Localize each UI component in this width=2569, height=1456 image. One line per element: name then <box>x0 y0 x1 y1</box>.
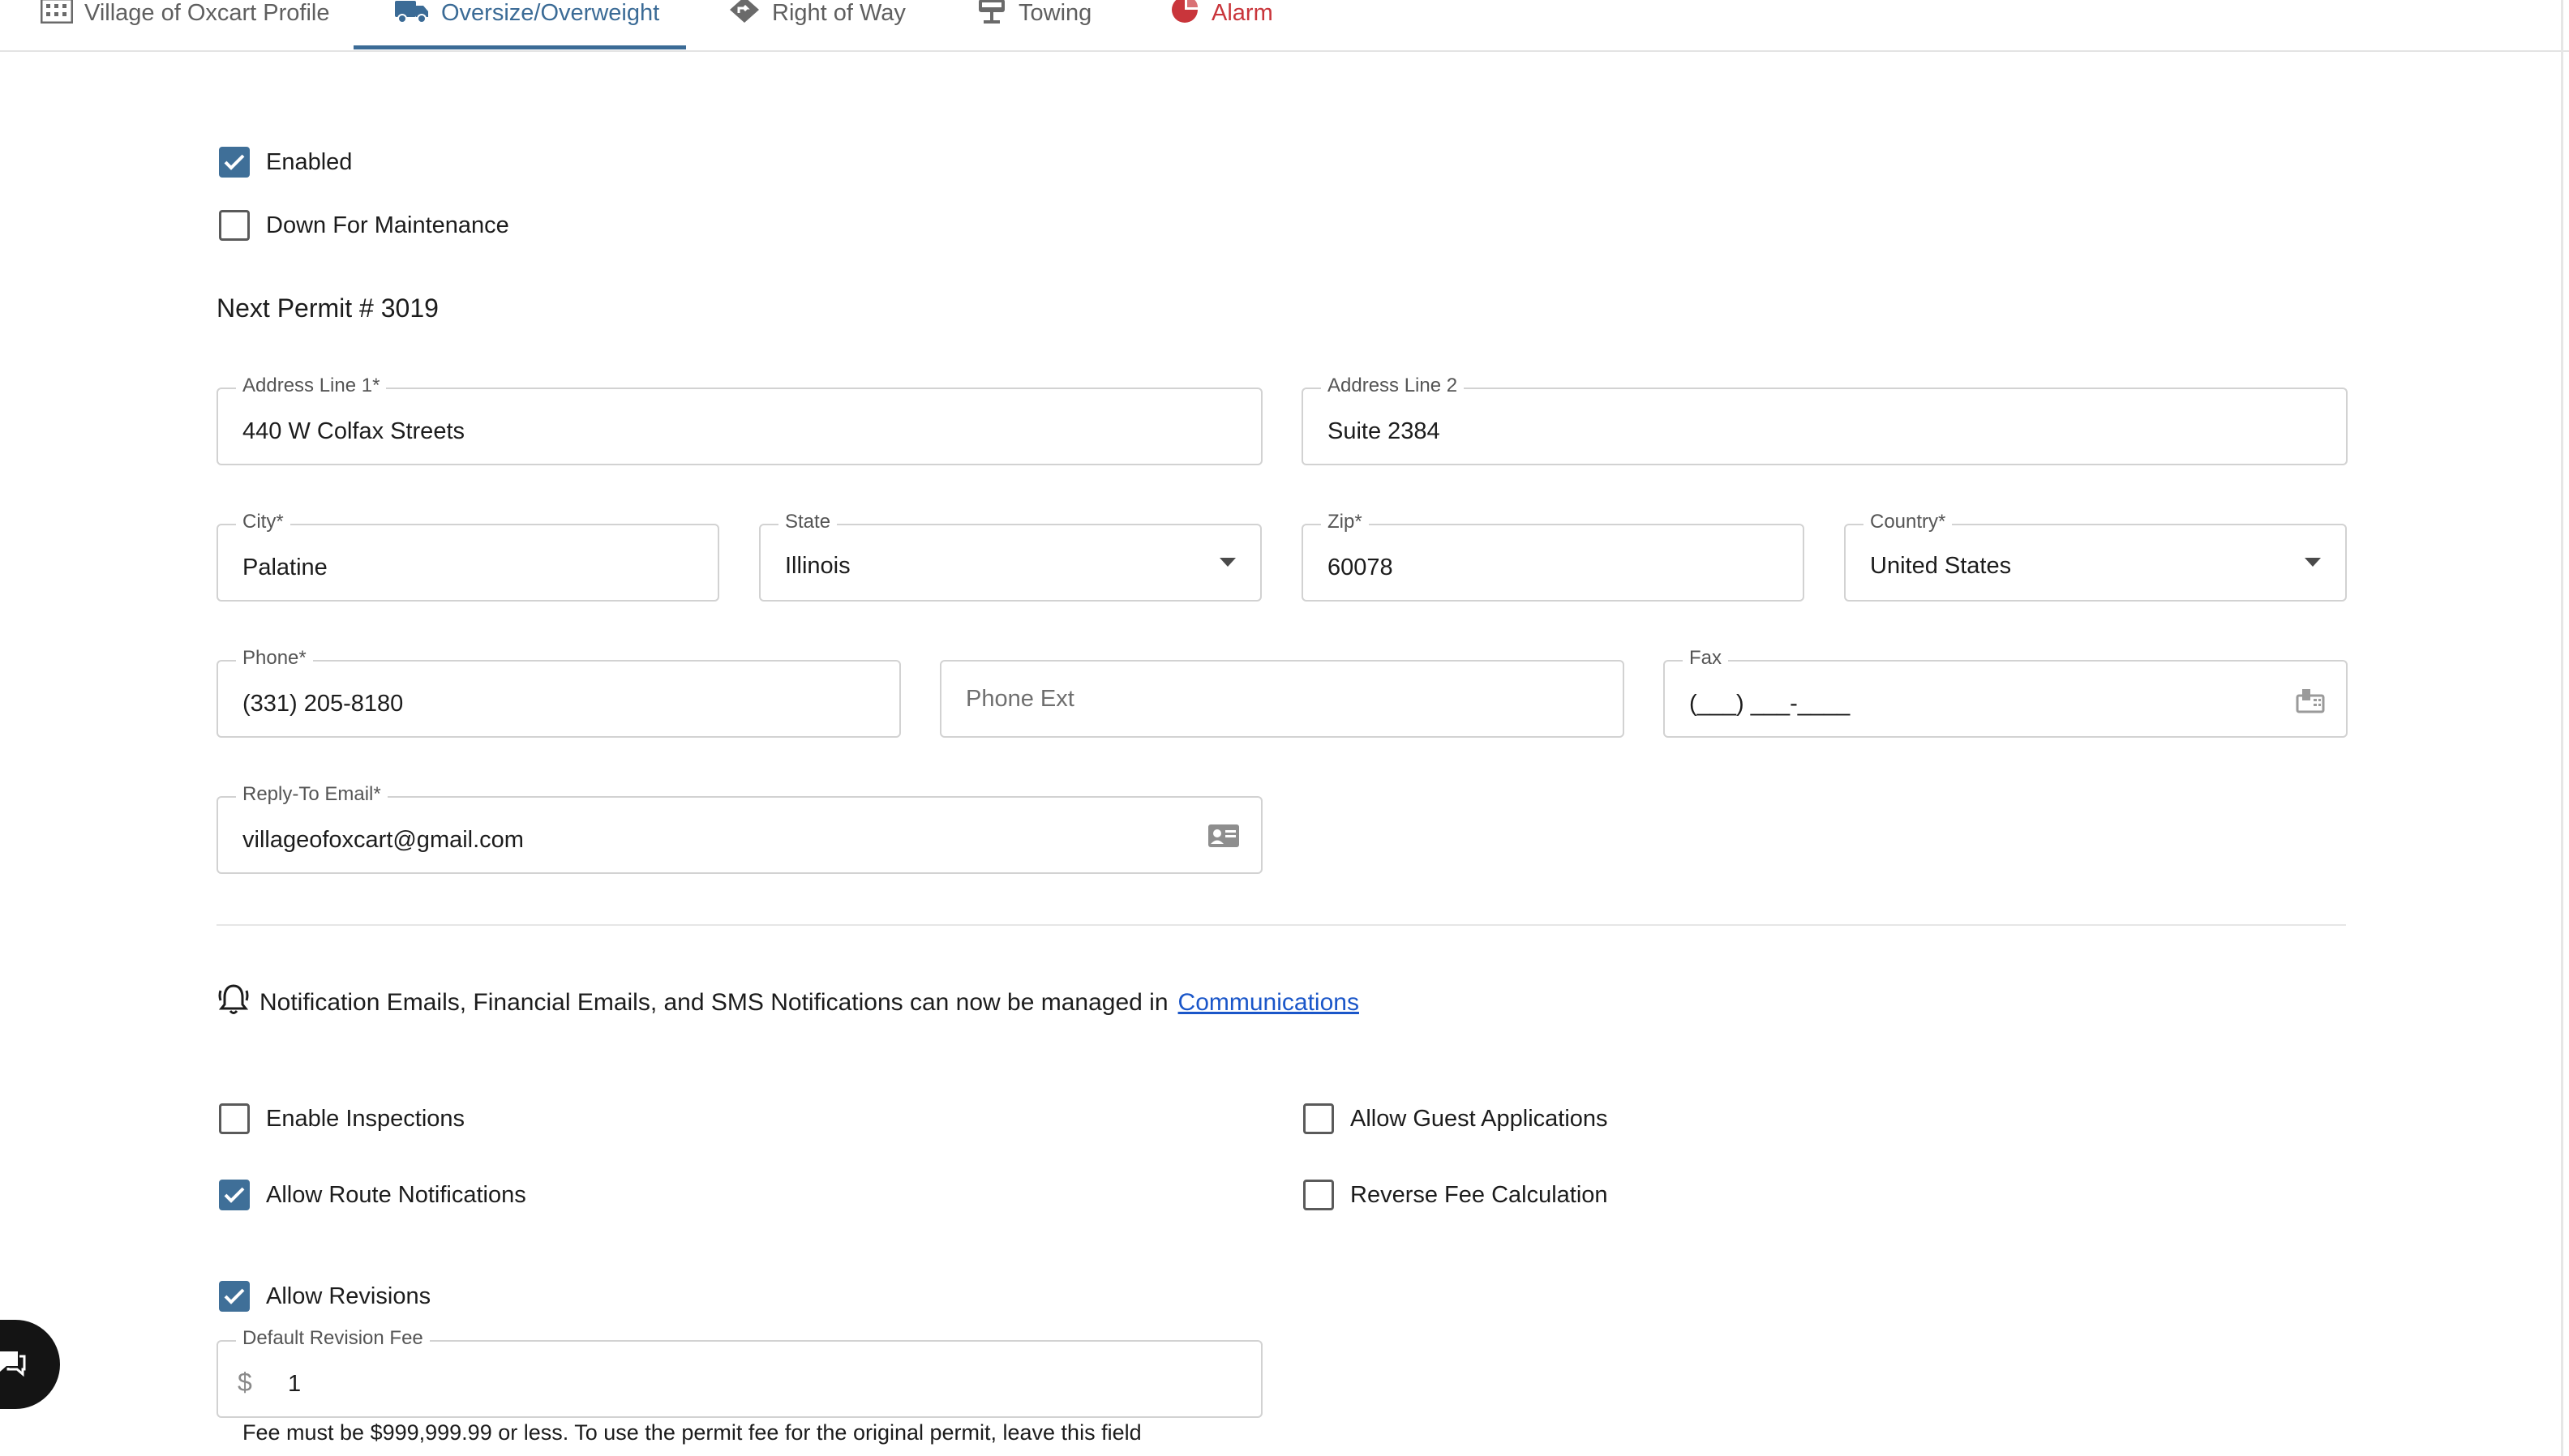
address-line-2-value: Suite 2384 <box>1327 418 1440 444</box>
reply-to-email-value: villageofoxcart@gmail.com <box>242 827 524 853</box>
communications-link[interactable]: Communications <box>1178 989 1359 1017</box>
country-value: United States <box>1870 553 2012 579</box>
phone-ext-field[interactable]: Phone Ext <box>940 660 1624 738</box>
checkbox-checked-icon <box>219 147 250 178</box>
address-line-1-field[interactable]: Address Line 1* 440 W Colfax Streets <box>217 375 1263 465</box>
enabled-checkbox[interactable]: Enabled <box>219 147 352 178</box>
allow-revisions-checkbox[interactable]: Allow Revisions <box>219 1281 431 1312</box>
tab-label: Oversize/Overweight <box>441 0 660 26</box>
checkbox-checked-icon <box>219 1281 250 1312</box>
tab-label: Village of Oxcart Profile <box>84 0 330 26</box>
address-line-1-label: Address Line 1* <box>236 375 387 397</box>
reverse-fee-calculation-label: Reverse Fee Calculation <box>1350 1181 1608 1208</box>
zip-field[interactable]: Zip* 60078 <box>1302 511 1804 602</box>
country-label: Country* <box>1863 511 1953 533</box>
alarm-icon <box>1169 0 1200 32</box>
checkbox-unchecked-icon <box>1303 1180 1334 1210</box>
tab-alarm[interactable]: Alarm <box>1169 0 1273 37</box>
phone-value: (331) 205-8180 <box>242 691 404 717</box>
allow-revisions-label: Allow Revisions <box>266 1283 431 1309</box>
default-revision-fee-field[interactable]: Default Revision Fee $ 1 <box>217 1327 1263 1418</box>
reply-to-email-field[interactable]: Reply-To Email* villageofoxcart@gmail.co… <box>217 783 1263 874</box>
checkbox-unchecked-icon <box>1303 1103 1334 1134</box>
bell-icon <box>217 983 250 1023</box>
country-select[interactable]: Country* United States <box>1844 511 2347 602</box>
zip-value: 60078 <box>1327 555 1393 580</box>
zip-label: Zip* <box>1321 511 1369 533</box>
enabled-label: Enabled <box>266 148 353 175</box>
phone-label: Phone* <box>236 647 313 670</box>
directions-sign-icon <box>728 0 761 31</box>
allow-route-notifications-checkbox[interactable]: Allow Route Notifications <box>219 1180 526 1210</box>
building-icon <box>40 0 74 30</box>
fax-value: (___) ___-____ <box>1689 691 1851 717</box>
section-divider <box>217 924 2346 926</box>
state-value: Illinois <box>785 553 851 579</box>
chat-button[interactable] <box>0 1320 60 1409</box>
chat-icon <box>0 1348 28 1381</box>
tab-towing[interactable]: Towing <box>976 0 1092 37</box>
active-tab-indicator <box>354 45 686 49</box>
address-line-1-value: 440 W Colfax Streets <box>242 418 465 444</box>
communications-notice: Notification Emails, Financial Emails, a… <box>217 983 1359 1023</box>
tow-truck-icon <box>976 0 1007 32</box>
city-value: Palatine <box>242 555 328 580</box>
allow-guest-applications-label: Allow Guest Applications <box>1350 1105 1608 1132</box>
default-revision-fee-value: 1 <box>288 1371 302 1397</box>
truck-icon <box>394 0 430 30</box>
scrollbar-track[interactable] <box>2561 0 2563 1456</box>
fax-field[interactable]: Fax (___) ___-____ <box>1663 647 2348 738</box>
state-select[interactable]: State Illinois <box>759 511 1262 602</box>
next-permit-number: Next Permit # 3019 <box>217 293 439 323</box>
tab-bar: Village of Oxcart Profile Oversize/Overw… <box>0 0 2569 52</box>
tab-label: Alarm <box>1212 0 1273 26</box>
tab-oversize-overweight[interactable]: Oversize/Overweight <box>394 0 659 37</box>
tab-right-of-way[interactable]: Right of Way <box>728 0 906 37</box>
checkbox-unchecked-icon <box>219 1103 250 1134</box>
reply-to-email-label: Reply-To Email* <box>236 783 388 806</box>
allow-guest-applications-checkbox[interactable]: Allow Guest Applications <box>1303 1103 1608 1134</box>
tab-label: Towing <box>1019 0 1092 26</box>
dollar-icon: $ <box>238 1368 252 1397</box>
notice-text: Notification Emails, Financial Emails, a… <box>259 989 1169 1016</box>
enable-inspections-checkbox[interactable]: Enable Inspections <box>219 1103 465 1134</box>
default-revision-fee-label: Default Revision Fee <box>236 1327 430 1350</box>
checkbox-unchecked-icon <box>219 210 250 241</box>
fax-icon <box>2296 687 2325 717</box>
down-for-maintenance-checkbox[interactable]: Down For Maintenance <box>219 210 509 241</box>
allow-route-notifications-label: Allow Route Notifications <box>266 1181 526 1208</box>
city-label: City* <box>236 511 290 533</box>
enable-inspections-label: Enable Inspections <box>266 1105 465 1132</box>
fax-label: Fax <box>1683 647 1729 670</box>
tab-label: Right of Way <box>772 0 906 26</box>
phone-field[interactable]: Phone* (331) 205-8180 <box>217 647 901 738</box>
chevron-down-icon <box>2305 558 2321 567</box>
revision-fee-helper-text: Fee must be $999,999.99 or less. To use … <box>242 1420 1142 1445</box>
chevron-down-icon <box>1220 558 1236 567</box>
tab-village-profile[interactable]: Village of Oxcart Profile <box>40 0 330 37</box>
address-line-2-label: Address Line 2 <box>1321 375 1465 397</box>
state-label: State <box>778 511 838 533</box>
phone-ext-placeholder: Phone Ext <box>966 686 1074 712</box>
checkbox-checked-icon <box>219 1180 250 1210</box>
contact-card-icon <box>1207 824 1240 852</box>
down-for-maintenance-label: Down For Maintenance <box>266 212 509 238</box>
reverse-fee-calculation-checkbox[interactable]: Reverse Fee Calculation <box>1303 1180 1608 1210</box>
city-field[interactable]: City* Palatine <box>217 511 719 602</box>
address-line-2-field[interactable]: Address Line 2 Suite 2384 <box>1302 375 2348 465</box>
